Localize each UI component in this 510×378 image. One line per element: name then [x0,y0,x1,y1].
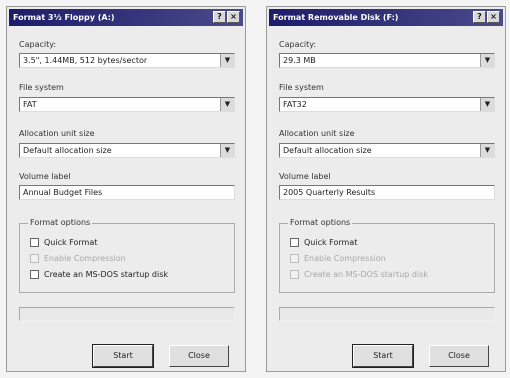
enable-compression-checkbox: Enable Compression [290,254,386,263]
format-options-title: Format options [28,218,93,227]
capacity-value: 3.5", 1.44MB, 512 bytes/sector [23,56,148,65]
ms-dos-startup-label: Create an MS-DOS startup disk [44,270,169,279]
quick-format-label: Quick Format [44,238,98,247]
format-dialog-right: Format Removable Disk (F:) ? × Capacity:… [266,6,506,372]
start-button[interactable]: Start [352,344,414,368]
ms-dos-startup-label: Create an MS-DOS startup disk [304,270,429,279]
capacity-value: 29.3 MB [283,56,316,65]
quick-format-checkbox[interactable]: Quick Format [30,238,97,247]
file-system-value: FAT32 [283,100,307,109]
checkbox-icon [290,270,299,279]
progress-bar [279,307,495,321]
allocation-unit-value: Default allocation size [283,146,372,155]
chevron-down-icon[interactable]: ▼ [480,98,494,111]
ms-dos-startup-checkbox: Create an MS-DOS startup disk [290,270,428,279]
help-button[interactable]: ? [213,11,226,23]
capacity-label: Capacity: [19,40,57,49]
quick-format-checkbox[interactable]: Quick Format [290,238,357,247]
ms-dos-startup-checkbox[interactable]: Create an MS-DOS startup disk [30,270,168,279]
allocation-unit-select[interactable]: Default allocation size ▼ [279,143,495,158]
chevron-down-icon[interactable]: ▼ [220,98,234,111]
allocation-unit-label: Allocation unit size [279,129,355,138]
checkbox-icon[interactable] [30,238,39,247]
format-options-group: Format options Quick Format Enable Compr… [19,218,235,293]
file-system-label: File system [19,83,64,92]
volume-label-input[interactable]: Annual Budget Files [19,185,235,200]
allocation-unit-label: Allocation unit size [19,129,95,138]
volume-label-label: Volume label [279,172,331,181]
chevron-down-icon[interactable]: ▼ [480,144,494,157]
title-bar[interactable]: Format Removable Disk (F:) ? × [269,9,503,26]
chevron-down-icon[interactable]: ▼ [480,54,494,67]
file-system-label: File system [279,83,324,92]
capacity-select[interactable]: 3.5", 1.44MB, 512 bytes/sector ▼ [19,53,235,68]
checkbox-icon [30,254,39,263]
progress-bar [19,307,235,321]
file-system-select[interactable]: FAT ▼ [19,97,235,112]
capacity-label: Capacity: [279,40,317,49]
close-window-button[interactable]: × [227,11,240,23]
format-options-title: Format options [288,218,353,227]
start-button[interactable]: Start [92,344,154,368]
quick-format-label: Quick Format [304,238,358,247]
allocation-unit-value: Default allocation size [23,146,112,155]
window-title: Format Removable Disk (F:) [273,13,399,22]
format-dialog-left: Format 3½ Floppy (A:) ? × Capacity: 3.5"… [6,6,246,372]
allocation-unit-select[interactable]: Default allocation size ▼ [19,143,235,158]
file-system-value: FAT [23,100,37,109]
chevron-down-icon[interactable]: ▼ [220,144,234,157]
volume-label-label: Volume label [19,172,71,181]
file-system-select[interactable]: FAT32 ▼ [279,97,495,112]
checkbox-icon[interactable] [290,238,299,247]
checkbox-icon[interactable] [30,270,39,279]
title-bar[interactable]: Format 3½ Floppy (A:) ? × [9,9,243,26]
enable-compression-label: Enable Compression [44,254,126,263]
format-options-group: Format options Quick Format Enable Compr… [279,218,495,293]
enable-compression-label: Enable Compression [304,254,386,263]
volume-label-input[interactable]: 2005 Quarterly Results [279,185,495,200]
capacity-select[interactable]: 29.3 MB ▼ [279,53,495,68]
window-title: Format 3½ Floppy (A:) [13,13,115,22]
close-button[interactable]: Close [169,345,229,367]
close-window-button[interactable]: × [487,11,500,23]
checkbox-icon [290,254,299,263]
enable-compression-checkbox: Enable Compression [30,254,126,263]
help-button[interactable]: ? [473,11,486,23]
chevron-down-icon[interactable]: ▼ [220,54,234,67]
close-button[interactable]: Close [429,345,489,367]
